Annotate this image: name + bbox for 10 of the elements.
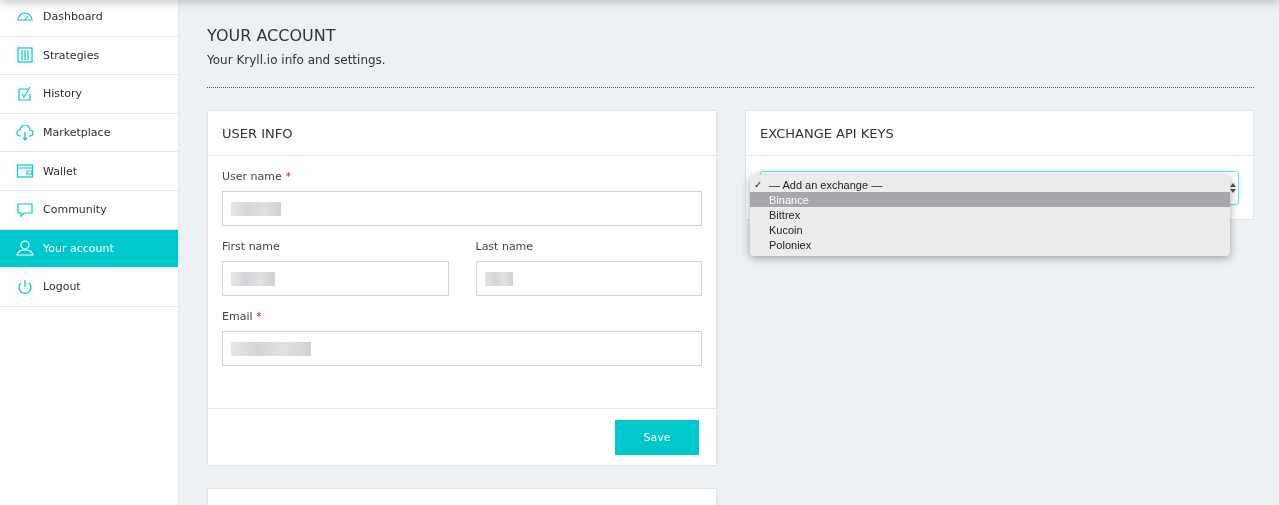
page-subtitle: Your Kryll.io info and settings. bbox=[207, 53, 386, 67]
field-label: First name bbox=[222, 240, 280, 253]
field-label: Email * bbox=[222, 310, 262, 323]
card-title: USER INFO bbox=[222, 125, 293, 141]
field-label: Last name bbox=[475, 240, 534, 253]
page-title: YOUR ACCOUNT bbox=[207, 26, 336, 45]
required-mark: * bbox=[285, 171, 291, 182]
field-label: User name * bbox=[222, 170, 291, 183]
required-mark: * bbox=[256, 311, 262, 322]
card-title: EXCHANGE API KEYS bbox=[760, 125, 894, 141]
